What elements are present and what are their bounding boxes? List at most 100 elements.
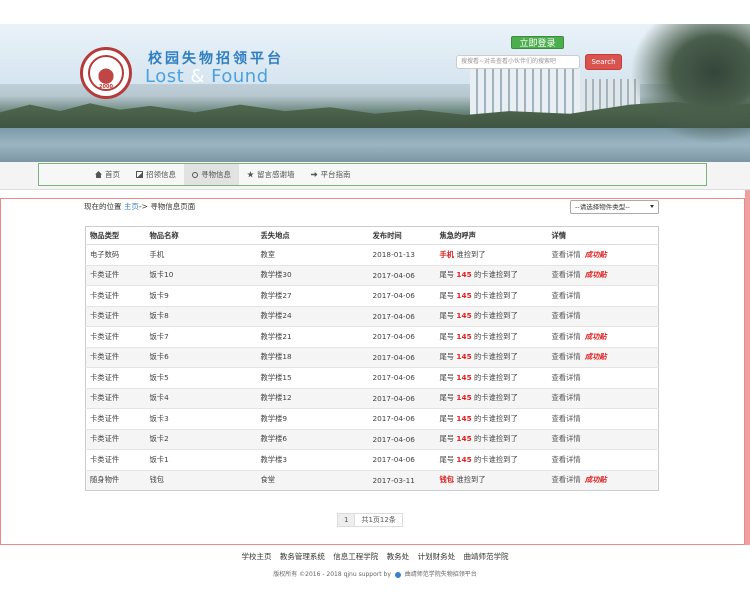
table-row: 卡类证件 饭卡2 教学楼6 2017-04-06 尾号 145 的卡谁捡到了 查看详情 <box>85 428 659 450</box>
cell-type: 卡类证件 <box>85 326 146 347</box>
copyright-site: 曲靖师范学院失物招领平台 <box>404 571 477 578</box>
view-detail-link[interactable]: 查看详情 <box>552 311 581 320</box>
table-header-row: 物品类型 物品名称 丢失地点 发布时间 焦急的呼声 详情 <box>85 226 659 245</box>
nav-item-guide[interactable]: 平台指南 <box>303 164 359 185</box>
search-button[interactable]: Search <box>585 54 622 70</box>
cell-place: 教学楼3 <box>256 449 369 470</box>
cell-date: 2017-04-06 <box>368 367 436 388</box>
cry-text: 尾号 <box>439 454 457 464</box>
cell-place: 教学楼6 <box>256 428 369 450</box>
cry-text: 尾号 <box>439 434 457 444</box>
caret-down-icon <box>650 205 654 208</box>
view-detail-link[interactable]: 查看详情 <box>552 373 581 382</box>
footer-link[interactable]: 教务管理系统 <box>280 552 325 561</box>
cry-card-number: 145 <box>456 372 472 382</box>
cell-detail: 查看详情 <box>547 428 659 450</box>
view-detail-link[interactable]: 查看详情 <box>552 270 581 279</box>
cell-name: 饭卡8 <box>145 305 257 327</box>
cell-place: 教学楼21 <box>256 326 369 347</box>
cell-detail: 查看详情 <box>547 305 659 327</box>
cell-type: 电子数码 <box>85 244 146 265</box>
view-detail-link[interactable]: 查看详情 <box>552 291 581 300</box>
cell-place: 教学楼30 <box>256 264 369 286</box>
footer-link[interactable]: 信息工程学院 <box>333 552 378 561</box>
nav-item-found[interactable]: 招领信息 <box>128 164 184 185</box>
nav-item-thanks-wall[interactable]: 留言感谢墙 <box>239 164 303 185</box>
breadcrumb: 现在的位置 主页-> 寻物信息页面 <box>84 201 195 212</box>
view-detail-link[interactable]: 查看详情 <box>552 475 581 484</box>
nav-item-home[interactable]: 首页 <box>87 164 128 185</box>
cell-type: 卡类证件 <box>85 305 146 327</box>
page-button-1[interactable]: 1 <box>337 513 356 527</box>
col-header-date: 发布时间 <box>368 226 436 245</box>
view-detail-link[interactable]: 查看详情 <box>552 393 581 402</box>
cry-text: 尾号 <box>439 270 457 280</box>
cry-text: 尾号 <box>439 393 457 403</box>
breadcrumb-prefix: 现在的位置 <box>84 202 122 211</box>
cell-type: 卡类证件 <box>85 387 146 409</box>
footer-link[interactable]: 教务处 <box>387 552 410 561</box>
cell-cry: 尾号 145 的卡谁捡到了 <box>435 346 548 368</box>
table-row: 电子数码 手机 教室 2018-01-13 手机 谁捡到了 查看详情 成功贴 <box>85 244 659 265</box>
cell-detail: 查看详情 <box>547 367 659 388</box>
page-info: 共1页12条 <box>355 513 403 527</box>
cell-date: 2017-04-06 <box>368 428 436 450</box>
pagination: 1 共1页12条 <box>337 513 403 527</box>
breadcrumb-home-link[interactable]: 主页 <box>124 202 139 211</box>
cell-detail: 查看详情 成功贴 <box>547 326 659 347</box>
cry-text: 尾号 <box>439 413 457 423</box>
cell-type: 卡类证件 <box>85 346 146 368</box>
cell-type: 卡类证件 <box>85 428 146 450</box>
cell-detail: 查看详情 <box>547 408 659 429</box>
nav-item-lost[interactable]: 寻物信息 <box>184 164 239 185</box>
cry-text: 谁捡到了 <box>456 249 486 259</box>
site-title-en: Lost & Found <box>145 66 269 87</box>
main-nav: 首页 招领信息 寻物信息 留言感谢墙 平台指南 <box>38 163 707 186</box>
cell-name: 饭卡7 <box>145 326 257 347</box>
cell-name: 饭卡4 <box>145 387 257 409</box>
view-detail-link[interactable]: 查看详情 <box>552 434 581 443</box>
cell-place: 食堂 <box>256 469 369 491</box>
col-header-cry: 焦急的呼声 <box>435 226 548 245</box>
cell-name: 饭卡5 <box>145 367 257 388</box>
cry-card-number: 145 <box>456 352 472 362</box>
cell-cry: 尾号 145 的卡谁捡到了 <box>435 449 548 470</box>
success-badge: 成功贴 <box>584 270 607 280</box>
item-type-select[interactable]: --请选择物件类型-- <box>570 200 659 214</box>
view-detail-link[interactable]: 查看详情 <box>552 455 581 464</box>
school-logo: 2000 <box>80 47 132 99</box>
search-input[interactable]: 搜搜看~对击查看小伙伴们的搜索吧 <box>456 55 580 69</box>
cell-type: 卡类证件 <box>85 285 146 306</box>
cell-place: 教学楼9 <box>256 408 369 429</box>
table-row: 卡类证件 饭卡7 教学楼21 2017-04-06 尾号 145 的卡谁捡到了 查看详情成… <box>85 326 659 347</box>
cry-tail: 的卡谁捡到了 <box>471 393 518 403</box>
cry-tail: 的卡谁捡到了 <box>471 270 518 280</box>
cell-date: 2017-04-06 <box>368 387 436 409</box>
view-detail-link[interactable]: 查看详情 <box>552 352 581 361</box>
view-detail-link[interactable]: 查看详情 <box>552 414 581 423</box>
hand-right-icon <box>310 172 318 177</box>
cry-tail: 的卡谁捡到了 <box>471 311 518 321</box>
cry-card-number: 145 <box>456 434 472 444</box>
view-detail-link[interactable]: 查看详情 <box>552 250 581 259</box>
site-title: 校园失物招领平台 <box>148 51 284 67</box>
table-row: 卡类证件 饭卡8 教学楼24 2017-04-06 尾号 145 的卡谁捡到了 查看详情 <box>85 305 659 327</box>
col-header-type: 物品类型 <box>85 226 146 245</box>
login-button[interactable]: 立即登录 <box>511 36 564 49</box>
search-icon <box>192 171 198 178</box>
nav-item-label: 留言感谢墙 <box>257 170 295 179</box>
scrollbar[interactable] <box>745 190 750 545</box>
col-header-name: 物品名称 <box>145 226 257 245</box>
footer-copyright: 版权所有 ©2016 - 2018 qjnu support by 曲靖师范学院… <box>0 569 750 578</box>
cell-cry: 尾号 145 的卡谁捡到了 <box>435 428 548 450</box>
success-badge: 成功贴 <box>584 331 607 341</box>
cry-card-number: 145 <box>456 290 472 300</box>
footer-link[interactable]: 学校主页 <box>242 552 272 561</box>
view-detail-link[interactable]: 查看详情 <box>552 332 581 341</box>
cell-detail: 查看详情 成功贴 <box>547 469 659 491</box>
banner-tree <box>630 24 750 144</box>
footer-link[interactable]: 计划财务处 <box>418 552 456 561</box>
success-badge: 成功贴 <box>584 249 607 259</box>
col-header-place: 丢失地点 <box>256 226 369 245</box>
footer-link[interactable]: 曲靖师范学院 <box>463 552 508 561</box>
